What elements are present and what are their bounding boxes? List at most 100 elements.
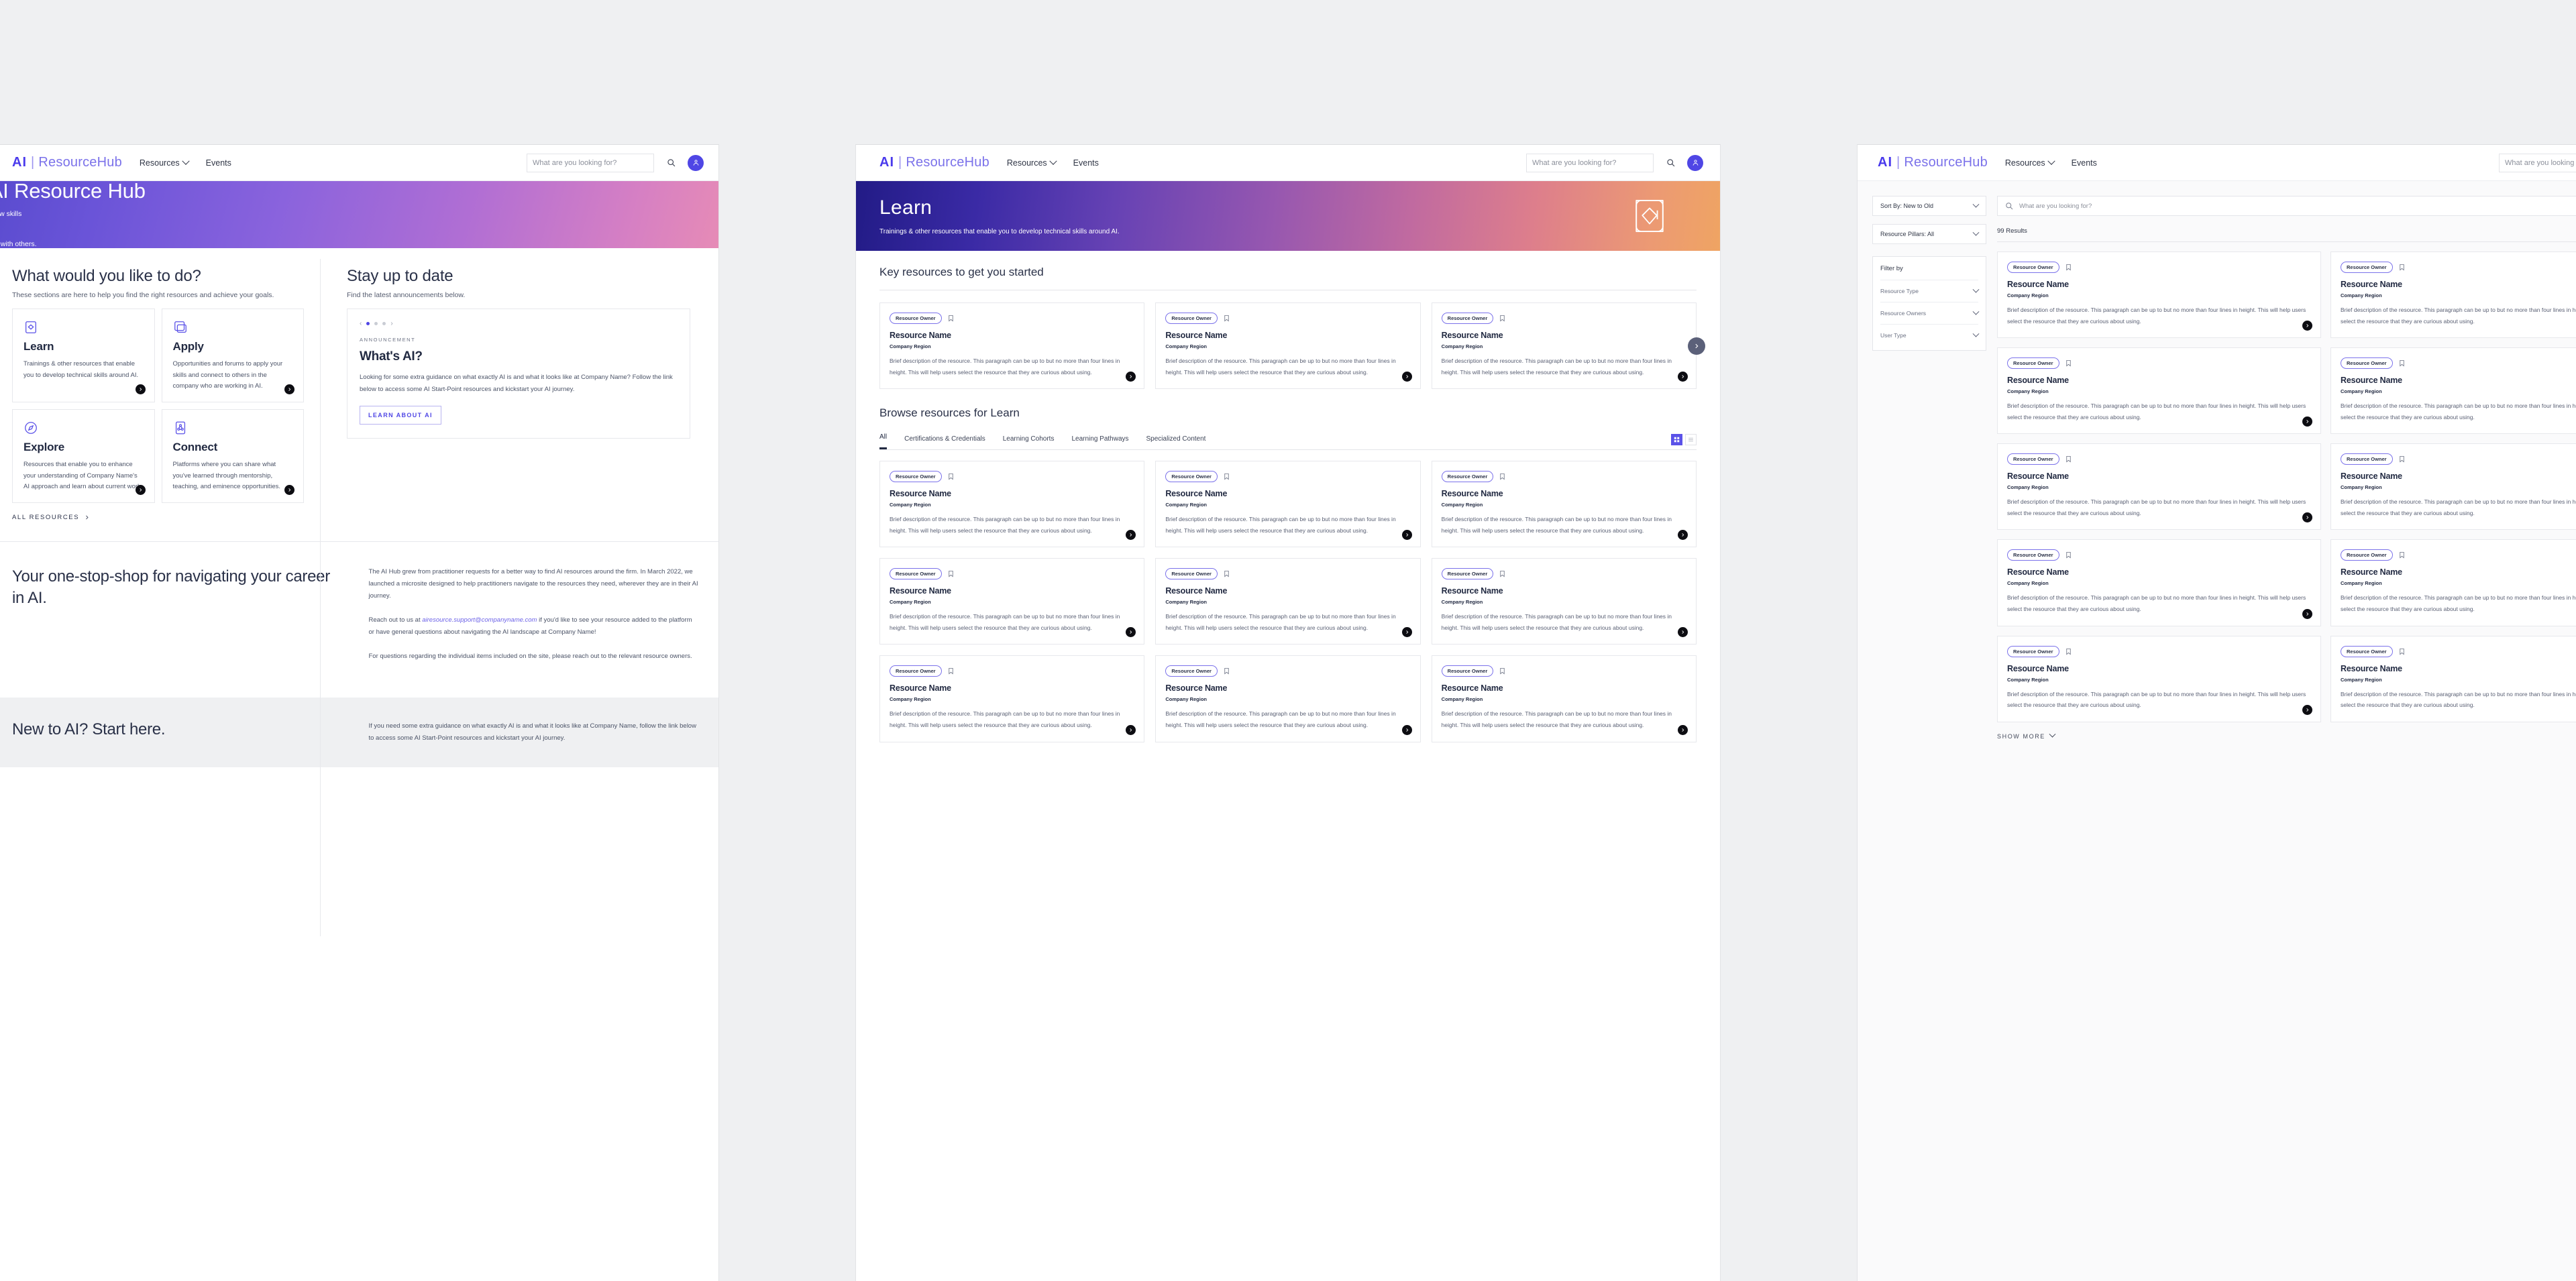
bookmark-icon[interactable]: [2065, 359, 2072, 367]
carousel-dot-1[interactable]: [366, 322, 370, 325]
bookmark-icon[interactable]: [947, 667, 955, 675]
tab-learning-pathways[interactable]: Learning Pathways: [1071, 435, 1128, 449]
chevron-right-icon[interactable]: [1126, 627, 1136, 638]
bookmark-icon[interactable]: [2398, 359, 2406, 367]
chevron-right-icon[interactable]: [1126, 372, 1136, 382]
brand-logo[interactable]: AI | ResourceHub: [879, 155, 989, 170]
resource-card[interactable]: Resource Owner Resource Name Company Regio…: [2330, 539, 2576, 626]
brand-logo[interactable]: AI | ResourceHub: [12, 155, 122, 170]
nav-item-events[interactable]: Events: [2072, 158, 2097, 168]
chevron-right-icon[interactable]: [2302, 704, 2312, 715]
chevron-right-icon[interactable]: [1678, 627, 1688, 638]
search-icon[interactable]: [662, 154, 680, 172]
bookmark-icon[interactable]: [2065, 455, 2072, 463]
resource-card[interactable]: Resource Owner Resource Name Company Regio…: [2330, 347, 2576, 435]
chevron-right-icon[interactable]: [1126, 530, 1136, 541]
nav-item-events[interactable]: Events: [206, 158, 231, 168]
sort-by-select[interactable]: Sort By: New to Old: [1872, 196, 1986, 216]
resource-card[interactable]: Resource Owner Resource Name Company Regio…: [2330, 635, 2576, 722]
resource-card[interactable]: Resource Owner Resource Name Company Regio…: [1155, 461, 1421, 548]
chevron-right-icon[interactable]: [2302, 321, 2312, 331]
bookmark-icon[interactable]: [1223, 473, 1230, 480]
filter-row-user-type[interactable]: User Type: [1880, 324, 1980, 346]
list-view-icon[interactable]: [1685, 434, 1697, 446]
pillar-card-connect[interactable]: Connect Platforms where you can share wh…: [161, 408, 304, 503]
chevron-right-icon[interactable]: [1401, 627, 1412, 638]
grid-view-icon[interactable]: [1671, 434, 1682, 446]
bookmark-icon[interactable]: [1499, 570, 1506, 577]
resource-card[interactable]: Resource Owner Resource Name Company Regio…: [1431, 461, 1697, 548]
chevron-right-icon[interactable]: [1401, 724, 1412, 735]
carousel-dot-2[interactable]: [374, 322, 378, 325]
learn-about-ai-button[interactable]: LEARN ABOUT AI: [360, 406, 441, 425]
chevron-right-icon[interactable]: [2302, 512, 2312, 523]
tab-specialized-content[interactable]: Specialized Content: [1146, 435, 1206, 449]
bookmark-icon[interactable]: [947, 473, 955, 480]
nav-item-resources[interactable]: Resources: [140, 157, 190, 168]
carousel-prev-icon[interactable]: ‹: [360, 320, 362, 327]
nav-item-resources[interactable]: Resources: [1007, 157, 1057, 168]
filter-row-resource-type[interactable]: Resource Type: [1880, 280, 1980, 302]
bookmark-icon[interactable]: [1223, 315, 1230, 322]
search-icon[interactable]: [1662, 154, 1679, 172]
tab-certifications-credentials[interactable]: Certifications & Credentials: [904, 435, 985, 449]
chevron-right-icon[interactable]: [284, 484, 294, 495]
pillar-card-apply[interactable]: Apply Opportunities and forums to apply …: [161, 309, 304, 402]
chevron-right-icon[interactable]: [2302, 416, 2312, 427]
resource-card[interactable]: Resource Owner Resource Name Company Regio…: [879, 558, 1145, 645]
pillar-card-learn[interactable]: Learn Trainings & other resources that e…: [12, 309, 155, 402]
chevron-right-icon[interactable]: [135, 484, 146, 495]
resource-card[interactable]: Resource Owner Resource Name Company Regio…: [1997, 635, 2321, 722]
chevron-right-icon[interactable]: [284, 384, 294, 394]
brand-logo[interactable]: AI | ResourceHub: [1878, 155, 1988, 170]
bookmark-icon[interactable]: [2398, 551, 2406, 559]
bookmark-icon[interactable]: [947, 315, 955, 322]
tab-learning-cohorts[interactable]: Learning Cohorts: [1003, 435, 1055, 449]
resource-card[interactable]: Resource Owner Resource Name Company Regio…: [1431, 302, 1697, 390]
chevron-right-icon[interactable]: [1678, 724, 1688, 735]
chevron-right-icon[interactable]: [1678, 530, 1688, 541]
bookmark-icon[interactable]: [2065, 264, 2072, 271]
show-more-button[interactable]: SHOW MORE: [1997, 730, 2576, 755]
carousel-dot-3[interactable]: [382, 322, 386, 325]
bookmark-icon[interactable]: [2398, 455, 2406, 463]
bookmark-icon[interactable]: [1223, 570, 1230, 577]
resource-card[interactable]: Resource Owner Resource Name Company Regio…: [1997, 443, 2321, 531]
resource-card[interactable]: Resource Owner Resource Name Company Regio…: [1997, 539, 2321, 626]
resource-card[interactable]: Resource Owner Resource Name Company Regio…: [879, 461, 1145, 548]
all-resources-link[interactable]: ALL RESOURCES: [12, 514, 304, 521]
bookmark-icon[interactable]: [947, 570, 955, 577]
user-avatar-icon[interactable]: [1687, 154, 1703, 171]
pillar-card-explore[interactable]: Explore Resources that enable you to enh…: [12, 408, 155, 503]
resource-card[interactable]: Resource Owner Resource Name Company Regio…: [1997, 252, 2321, 339]
chevron-right-icon[interactable]: [1126, 724, 1136, 735]
resource-card[interactable]: Resource Owner Resource Name Company Regio…: [1431, 558, 1697, 645]
bookmark-icon[interactable]: [2398, 648, 2406, 655]
resource-pillars-select[interactable]: Resource Pillars: All: [1872, 224, 1986, 244]
chevron-right-icon[interactable]: [1678, 372, 1688, 382]
resource-card[interactable]: Resource Owner Resource Name Company Regio…: [1155, 302, 1421, 390]
bookmark-icon[interactable]: [1499, 667, 1506, 675]
tab-all[interactable]: All: [879, 433, 888, 450]
filter-row-resource-owners[interactable]: Resource Owners: [1880, 302, 1980, 324]
nav-search-input[interactable]: What are you looking for?: [527, 153, 654, 172]
resource-card[interactable]: Resource Owner Resource Name Company Regio…: [2330, 252, 2576, 339]
resource-card[interactable]: Resource Owner Resource Name Company Regio…: [1155, 558, 1421, 645]
support-email-link[interactable]: airesource.support@companyname.com: [422, 616, 537, 624]
carousel-next-button[interactable]: [1688, 337, 1705, 355]
nav-search-input[interactable]: What are you looking for?: [2499, 153, 2576, 172]
bookmark-icon[interactable]: [1499, 473, 1506, 480]
bookmark-icon[interactable]: [2065, 648, 2072, 655]
results-search-input[interactable]: What are you looking for?: [1997, 196, 2576, 216]
bookmark-icon[interactable]: [2065, 551, 2072, 559]
nav-search-input[interactable]: What are you looking for?: [1526, 153, 1654, 172]
bookmark-icon[interactable]: [1499, 315, 1506, 322]
chevron-right-icon[interactable]: [135, 384, 146, 394]
carousel-next-icon[interactable]: ›: [390, 320, 392, 327]
chevron-right-icon[interactable]: [1401, 372, 1412, 382]
chevron-right-icon[interactable]: [1401, 530, 1412, 541]
chevron-right-icon[interactable]: [2302, 608, 2312, 619]
resource-card[interactable]: Resource Owner Resource Name Company Regio…: [879, 655, 1145, 742]
resource-card[interactable]: Resource Owner Resource Name Company Regio…: [1155, 655, 1421, 742]
bookmark-icon[interactable]: [2398, 264, 2406, 271]
